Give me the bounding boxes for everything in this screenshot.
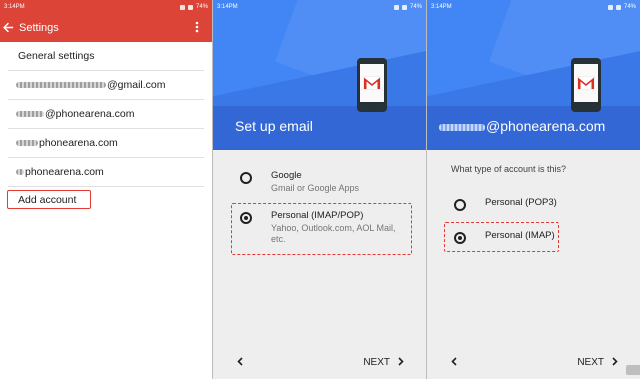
redacted-text	[16, 111, 44, 117]
option-title: Google	[271, 170, 302, 181]
account-item[interactable]: phonearena.com	[8, 158, 204, 187]
battery-level: 74%	[409, 4, 422, 10]
redacted-text	[16, 140, 38, 146]
account-item[interactable]: @phonearena.com	[8, 100, 204, 129]
gmail-phone-icon	[357, 58, 387, 112]
radio-button[interactable]	[240, 172, 252, 184]
redacted-text	[16, 82, 106, 88]
account-label: phonearena.com	[25, 166, 104, 178]
personal-imap-option[interactable]: Personal (IMAP)	[454, 230, 555, 244]
wifi-icon	[401, 4, 407, 10]
personal-imap-pop-option[interactable]: Personal (IMAP/POP) Yahoo, Outlook.com, …	[240, 210, 407, 245]
status-time: 3:14PM	[4, 4, 25, 10]
signal-icon	[179, 4, 185, 10]
hero-header: @phonearena.com	[427, 0, 640, 150]
radio-button[interactable]	[454, 199, 466, 211]
option-title: Personal (IMAP/POP)	[271, 210, 364, 221]
status-bar: 3:14PM 74%	[427, 0, 640, 14]
hero-title: Set up email	[235, 118, 313, 134]
email-address: @phonearena.com	[486, 118, 606, 134]
setup-email-screen: Set up email 3:14PM 74% Google Gmail or …	[213, 0, 426, 379]
next-label: NEXT	[577, 356, 604, 368]
settings-screen: 3:14PM 74% Settings General settings @gm…	[0, 0, 212, 379]
next-button[interactable]: NEXT	[577, 356, 618, 368]
status-bar: 3:14PM 74%	[0, 0, 212, 14]
option-title: Personal (POP3)	[485, 197, 557, 208]
status-bar: 3:14PM 74%	[213, 0, 426, 14]
chevron-left-icon[interactable]	[237, 356, 243, 368]
chevron-right-icon	[398, 356, 404, 368]
bottom-nav: NEXT	[213, 345, 426, 379]
add-account-button[interactable]: Add account	[7, 190, 91, 209]
account-type-screen: @phonearena.com 3:14PM 74% What type of …	[427, 0, 640, 379]
option-subtitle: Gmail or Google Apps	[271, 183, 360, 193]
signal-icon	[607, 4, 613, 10]
page-title: Settings	[19, 22, 59, 34]
wifi-icon	[615, 4, 621, 10]
signal-icon	[393, 4, 399, 10]
battery-level: 74%	[623, 4, 636, 10]
next-button[interactable]: NEXT	[363, 356, 404, 368]
chevron-left-icon[interactable]	[451, 356, 457, 368]
radio-button-selected[interactable]	[240, 212, 252, 224]
redacted-text	[439, 123, 485, 131]
next-label: NEXT	[363, 356, 390, 368]
general-settings-label: General settings	[18, 50, 95, 62]
general-settings-item[interactable]: General settings	[8, 42, 204, 71]
overflow-menu-icon[interactable]	[190, 21, 204, 35]
account-label: phonearena.com	[39, 137, 118, 149]
account-type-question: What type of account is this?	[451, 164, 567, 174]
bottom-nav: NEXT	[427, 345, 640, 379]
option-title: Personal (IMAP)	[485, 230, 555, 241]
account-item[interactable]: phonearena.com	[8, 129, 204, 158]
hero-header: Set up email	[213, 0, 426, 150]
google-option[interactable]: Google Gmail or Google Apps	[240, 170, 359, 194]
option-subtitle: Yahoo, Outlook.com, AOL Mail, etc.	[271, 223, 396, 244]
status-time: 3:14PM	[431, 4, 452, 10]
watermark-logo	[626, 365, 640, 375]
redacted-text	[16, 169, 24, 175]
wifi-icon	[187, 4, 193, 10]
settings-list: General settings @gmail.com @phonearena.…	[0, 42, 212, 187]
radio-button-selected[interactable]	[454, 232, 466, 244]
personal-pop3-option[interactable]: Personal (POP3)	[454, 197, 557, 211]
status-time: 3:14PM	[217, 4, 238, 10]
back-arrow-icon[interactable]	[3, 22, 17, 35]
battery-level: 74%	[195, 4, 208, 10]
toolbar: Settings	[0, 14, 212, 42]
account-label: @gmail.com	[107, 79, 166, 91]
account-item[interactable]: @gmail.com	[8, 71, 204, 100]
gmail-phone-icon	[571, 58, 601, 112]
hero-title: @phonearena.com	[439, 118, 605, 134]
account-label: @phonearena.com	[45, 108, 135, 120]
chevron-right-icon	[612, 356, 618, 368]
